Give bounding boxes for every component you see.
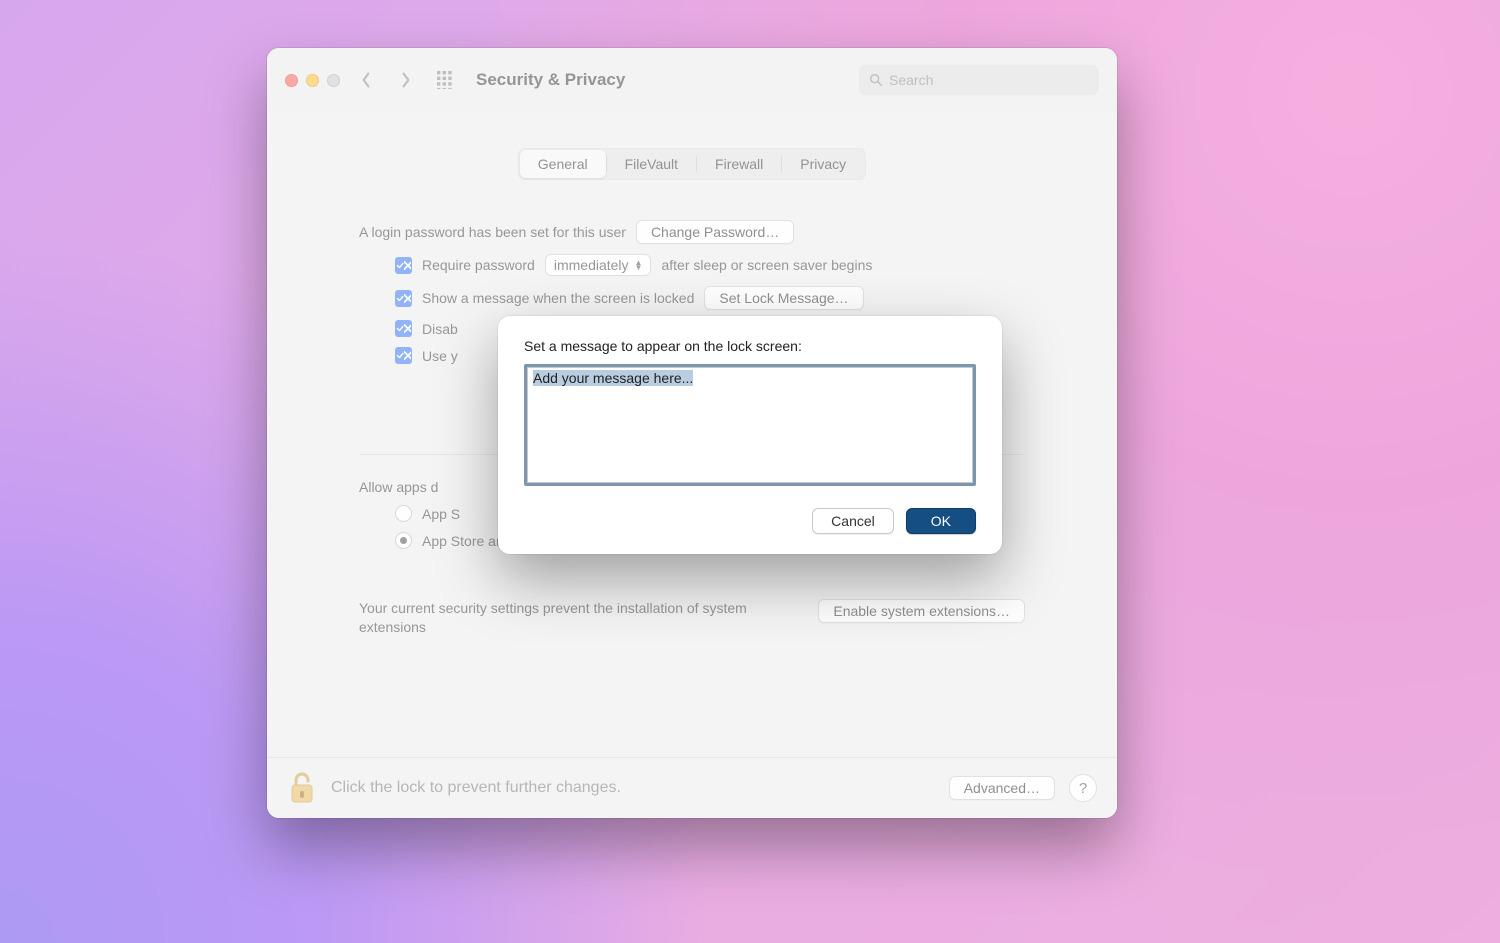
sheet-prompt: Set a message to appear on the lock scre… — [524, 338, 976, 354]
question-mark-icon: ? — [1079, 780, 1087, 797]
require-password-suffix: after sleep or screen saver begins — [661, 257, 872, 273]
cancel-button[interactable]: Cancel — [812, 508, 894, 534]
stepper-icon: ▲▼ — [635, 260, 643, 270]
window-footer: Click the lock to prevent further change… — [267, 757, 1117, 818]
chevron-left-icon — [361, 72, 371, 88]
tab-privacy[interactable]: Privacy — [782, 150, 864, 178]
disable-autologin-checkbox[interactable] — [395, 320, 412, 337]
checkmark-icon — [396, 260, 404, 271]
window-controls — [285, 74, 340, 87]
show-all-button[interactable] — [432, 66, 460, 94]
checkmark-icon — [396, 350, 404, 361]
login-password-text: A login password has been set for this u… — [359, 224, 626, 240]
use-watch-label: Use y — [422, 348, 458, 364]
search-icon — [869, 73, 883, 87]
lock-message-sheet: Set a message to appear on the lock scre… — [498, 316, 1002, 554]
disable-autologin-label: Disab — [422, 321, 458, 337]
zoom-window-button[interactable] — [327, 74, 340, 87]
allow-apps-label: Allow apps d — [359, 479, 438, 495]
change-password-button[interactable]: Change Password… — [636, 220, 794, 244]
require-password-delay-value: immediately — [554, 257, 629, 273]
require-password-label: Require password — [422, 257, 535, 273]
back-button[interactable] — [352, 66, 380, 94]
tab-bar: General FileVault Firewall Privacy — [267, 148, 1117, 180]
search-field[interactable]: Search — [859, 65, 1099, 95]
require-password-delay-popup[interactable]: immediately ▲▼ — [545, 254, 652, 276]
search-placeholder: Search — [889, 72, 933, 88]
radio-app-store[interactable] — [395, 505, 412, 522]
advanced-button[interactable]: Advanced… — [949, 776, 1055, 800]
radio-app-store-label: App S — [422, 506, 460, 522]
window-toolbar: Security & Privacy Search — [267, 48, 1117, 112]
forward-button[interactable] — [392, 66, 420, 94]
show-message-label: Show a message when the screen is locked — [422, 290, 694, 306]
enable-system-extensions-button[interactable]: Enable system extensions… — [818, 599, 1025, 623]
tab-general[interactable]: General — [520, 150, 606, 178]
lock-hint-text: Click the lock to prevent further change… — [331, 779, 621, 797]
window-title: Security & Privacy — [476, 70, 625, 90]
minimize-window-button[interactable] — [306, 74, 319, 87]
radio-identified-developers[interactable] — [395, 532, 412, 549]
chevron-right-icon — [401, 72, 411, 88]
close-window-button[interactable] — [285, 74, 298, 87]
help-button[interactable]: ? — [1069, 774, 1097, 802]
lock-message-textarea[interactable]: Add your message here... — [524, 364, 976, 486]
lock-message-text: Add your message here... — [533, 370, 693, 386]
set-lock-message-button[interactable]: Set Lock Message… — [704, 286, 863, 310]
system-extensions-text: Your current security settings prevent t… — [359, 599, 789, 637]
checkmark-icon — [396, 323, 404, 334]
tab-firewall[interactable]: Firewall — [697, 150, 781, 178]
show-message-checkbox[interactable] — [395, 290, 412, 307]
use-watch-checkbox[interactable] — [395, 347, 412, 364]
checkmark-icon — [396, 293, 404, 304]
grid-icon — [437, 71, 455, 89]
lock-icon[interactable] — [287, 771, 317, 805]
require-password-checkbox[interactable] — [395, 257, 412, 274]
ok-button[interactable]: OK — [906, 508, 976, 534]
tab-filevault[interactable]: FileVault — [607, 150, 696, 178]
